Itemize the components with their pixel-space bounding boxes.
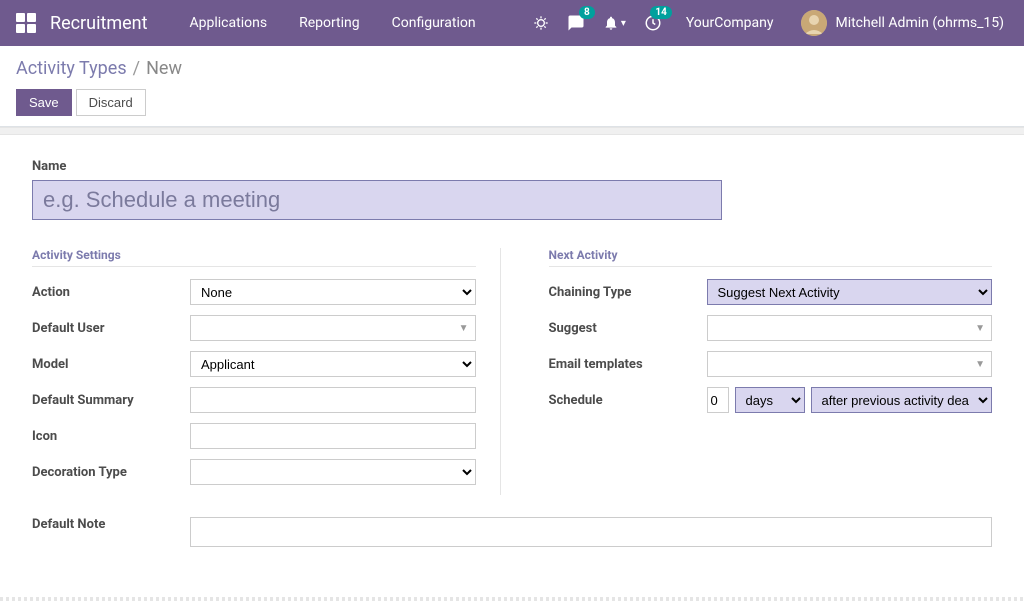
label-action: Action	[32, 285, 190, 300]
field-default-summary: Default Summary	[32, 387, 476, 413]
field-default-user: Default User ▼	[32, 315, 476, 341]
suggest-input[interactable]: ▼	[707, 315, 993, 341]
nav-applications[interactable]: Applications	[176, 15, 282, 31]
activity-settings-group: Activity Settings Action None Default Us…	[32, 248, 501, 495]
schedule-count-input[interactable]	[707, 387, 729, 413]
field-suggest: Suggest ▼	[549, 315, 993, 341]
chevron-down-icon: ▼	[975, 359, 985, 370]
label-email-templates: Email templates	[549, 357, 707, 372]
company-switcher[interactable]: YourCompany	[680, 15, 780, 31]
schedule-unit-select[interactable]: days	[735, 387, 805, 413]
field-email-templates: Email templates ▼	[549, 351, 993, 377]
messages-icon[interactable]: 8	[567, 14, 585, 32]
next-activity-group: Next Activity Chaining Type Suggest Next…	[533, 248, 993, 423]
field-action: Action None	[32, 279, 476, 305]
model-select[interactable]: Applicant	[190, 351, 476, 377]
field-decoration-type: Decoration Type	[32, 459, 476, 485]
breadcrumb-current: New	[146, 58, 182, 79]
save-button[interactable]: Save	[16, 89, 72, 116]
label-default-note: Default Note	[32, 517, 190, 547]
chevron-down-icon: ▼	[459, 323, 469, 334]
button-row: Save Discard	[16, 89, 1008, 116]
form-view: Name Activity Settings Action None Defau…	[0, 135, 1024, 567]
icon-input[interactable]	[190, 423, 476, 449]
debug-icon[interactable]	[533, 15, 549, 31]
schedule-basis-select[interactable]: after previous activity deadline	[811, 387, 993, 413]
label-decoration-type: Decoration Type	[32, 465, 190, 480]
label-suggest: Suggest	[549, 321, 707, 336]
name-input[interactable]	[32, 180, 722, 220]
field-chaining-type: Chaining Type Suggest Next Activity	[549, 279, 993, 305]
label-chaining-type: Chaining Type	[549, 285, 707, 300]
app-brand[interactable]: Recruitment	[50, 13, 148, 34]
avatar	[801, 10, 827, 36]
chevron-down-icon: ▼	[975, 323, 985, 334]
label-default-user: Default User	[32, 321, 190, 336]
nav-reporting[interactable]: Reporting	[285, 15, 374, 31]
breadcrumb: Activity Types / New	[16, 58, 1008, 79]
next-activity-title: Next Activity	[549, 248, 993, 267]
name-label: Name	[32, 159, 992, 174]
chevron-down-icon: ▾	[621, 18, 626, 29]
action-select[interactable]: None	[190, 279, 476, 305]
activities-badge: 14	[650, 6, 671, 19]
form-groups: Activity Settings Action None Default Us…	[32, 248, 992, 495]
navbar-right: 8 ▾ 14 YourCompany Mitchell Admin (ohrms…	[533, 10, 1008, 36]
decoration-type-select[interactable]	[190, 459, 476, 485]
breadcrumb-sep: /	[133, 58, 140, 79]
label-icon: Icon	[32, 429, 190, 444]
field-model: Model Applicant	[32, 351, 476, 377]
title-section: Name	[32, 159, 992, 220]
field-icon: Icon	[32, 423, 476, 449]
label-model: Model	[32, 357, 190, 372]
top-navbar: Recruitment Applications Reporting Confi…	[0, 0, 1024, 46]
field-schedule: Schedule days after previous activity de…	[549, 387, 993, 413]
user-menu[interactable]: Mitchell Admin (ohrms_15)	[797, 10, 1008, 36]
form-sheet: Name Activity Settings Action None Defau…	[0, 135, 1024, 567]
nav-configuration[interactable]: Configuration	[378, 15, 490, 31]
default-summary-input[interactable]	[190, 387, 476, 413]
control-panel: Activity Types / New Save Discard	[0, 46, 1024, 127]
notifications-icon[interactable]: ▾	[603, 15, 626, 31]
discard-button[interactable]: Discard	[76, 89, 146, 116]
activity-settings-title: Activity Settings	[32, 248, 476, 267]
label-schedule: Schedule	[549, 393, 707, 408]
label-default-summary: Default Summary	[32, 393, 190, 408]
default-note-group: Default Note	[32, 517, 992, 547]
activities-icon[interactable]: 14	[644, 14, 662, 32]
default-user-input[interactable]: ▼	[190, 315, 476, 341]
apps-icon[interactable]	[16, 13, 36, 33]
default-note-editor[interactable]	[190, 517, 992, 547]
footer-separator	[0, 597, 1024, 601]
chaining-type-select[interactable]: Suggest Next Activity	[707, 279, 993, 305]
separator	[0, 127, 1024, 135]
navbar-left: Recruitment Applications Reporting Confi…	[16, 13, 490, 34]
email-templates-input[interactable]: ▼	[707, 351, 993, 377]
messages-badge: 8	[579, 6, 595, 19]
breadcrumb-parent[interactable]: Activity Types	[16, 58, 127, 79]
user-name: Mitchell Admin (ohrms_15)	[835, 15, 1004, 31]
